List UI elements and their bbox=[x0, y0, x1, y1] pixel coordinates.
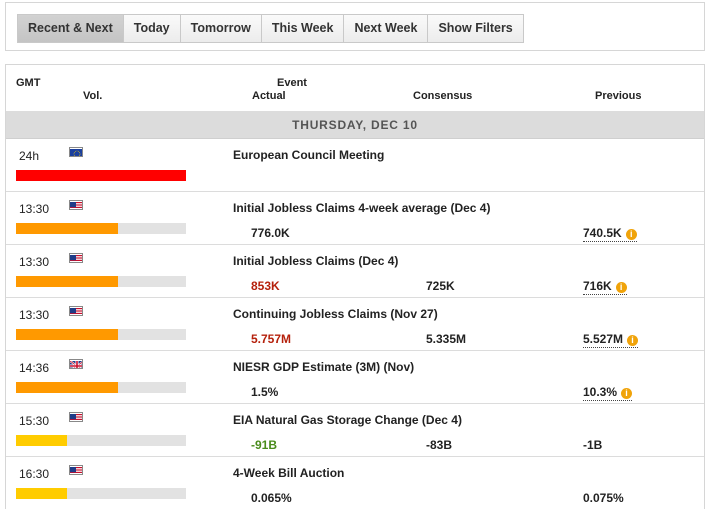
us-flag-icon bbox=[69, 412, 83, 422]
volatility-fill bbox=[16, 276, 118, 287]
actual-value: 776.0K bbox=[251, 226, 290, 240]
us-flag-icon bbox=[69, 306, 83, 316]
us-flag-icon bbox=[69, 253, 83, 263]
tab-this-week[interactable]: This Week bbox=[262, 15, 345, 42]
event-time: 24h bbox=[19, 149, 40, 163]
column-gmt: GMT bbox=[16, 77, 41, 89]
consensus-value: -83B bbox=[426, 438, 453, 452]
revised-info-icon[interactable]: i bbox=[621, 388, 633, 399]
volatility-bar bbox=[16, 488, 186, 499]
event-time: 13:30 bbox=[19, 308, 50, 322]
event-row[interactable]: 24h European Council Meeting bbox=[6, 139, 704, 192]
previous-value[interactable]: 5.527M i bbox=[583, 332, 639, 348]
eu-flag-icon bbox=[69, 147, 83, 157]
event-name-link[interactable]: Initial Jobless Claims 4-week average (D… bbox=[233, 201, 490, 215]
previous-value[interactable]: 716K i bbox=[583, 279, 627, 295]
revised-info-icon[interactable]: i bbox=[627, 335, 639, 346]
column-event: Event bbox=[277, 77, 307, 89]
event-row[interactable]: 13:30 Initial Jobless Claims (Dec 4) 853K 7… bbox=[6, 245, 704, 298]
event-row[interactable]: 13:30 Initial Jobless Claims 4-week avera… bbox=[6, 192, 704, 245]
event-name-link[interactable]: 4-Week Bill Auction bbox=[233, 466, 344, 480]
event-time: 16:30 bbox=[19, 467, 50, 481]
volatility-fill bbox=[16, 435, 67, 446]
volatility-fill bbox=[16, 488, 67, 499]
event-name-link[interactable]: Continuing Jobless Claims (Nov 27) bbox=[233, 307, 438, 321]
period-tabs: Recent & Next Today Tomorrow This Week N… bbox=[17, 14, 524, 43]
volatility-bar bbox=[16, 382, 186, 393]
tab-tomorrow[interactable]: Tomorrow bbox=[181, 15, 262, 42]
consensus-value: 725K bbox=[426, 279, 455, 293]
event-time: 13:30 bbox=[19, 255, 50, 269]
date-header: THURSDAY, DEC 10 bbox=[6, 112, 704, 139]
previous-value-text: 5.527M bbox=[583, 332, 624, 346]
column-consensus: Consensus bbox=[413, 90, 473, 102]
economic-calendar: GMT Vol. Event Actual Consensus Previous… bbox=[5, 64, 705, 509]
previous-value: -1B bbox=[583, 438, 602, 452]
table-header: GMT Vol. Event Actual Consensus Previous bbox=[6, 65, 704, 112]
previous-value-text: 740.5K bbox=[583, 226, 622, 240]
column-vol: Vol. bbox=[83, 90, 103, 102]
previous-value-text: 716K bbox=[583, 279, 612, 293]
volatility-fill bbox=[16, 329, 118, 340]
previous-value-text: 0.075% bbox=[583, 491, 624, 505]
revised-info-icon[interactable]: i bbox=[615, 282, 627, 293]
event-time: 15:30 bbox=[19, 414, 50, 428]
previous-value-text: 10.3% bbox=[583, 385, 618, 399]
us-flag-icon bbox=[69, 465, 83, 475]
previous-value[interactable]: 740.5K i bbox=[583, 226, 637, 242]
consensus-value: 5.335M bbox=[426, 332, 467, 346]
tab-recent-next[interactable]: Recent & Next bbox=[18, 15, 124, 42]
show-filters-button[interactable]: Show Filters bbox=[428, 15, 522, 42]
event-name-link[interactable]: European Council Meeting bbox=[233, 148, 384, 162]
volatility-fill bbox=[16, 170, 186, 181]
tab-next-week[interactable]: Next Week bbox=[344, 15, 429, 42]
event-row[interactable]: 13:30 Continuing Jobless Claims (Nov 27) 5… bbox=[6, 298, 704, 351]
actual-value: -91B bbox=[251, 438, 278, 452]
volatility-bar bbox=[16, 223, 186, 234]
event-row[interactable]: 15:30 EIA Natural Gas Storage Change (Dec… bbox=[6, 404, 704, 457]
event-row[interactable]: 16:30 4-Week Bill Auction 0.065% 0.075% bbox=[6, 457, 704, 509]
event-name-link[interactable]: EIA Natural Gas Storage Change (Dec 4) bbox=[233, 413, 462, 427]
event-time: 13:30 bbox=[19, 202, 50, 216]
actual-value: 853K bbox=[251, 279, 280, 293]
previous-value-text: -1B bbox=[583, 438, 603, 452]
event-name-link[interactable]: Initial Jobless Claims (Dec 4) bbox=[233, 254, 398, 268]
volatility-fill bbox=[16, 223, 118, 234]
event-row[interactable]: 14:36 NIESR GDP Estimate (3M) (Nov) 1.5% 10… bbox=[6, 351, 704, 404]
volatility-bar bbox=[16, 329, 186, 340]
previous-value[interactable]: 10.3% i bbox=[583, 385, 633, 401]
event-time: 14:36 bbox=[19, 361, 50, 375]
volatility-bar bbox=[16, 435, 186, 446]
volatility-fill bbox=[16, 382, 118, 393]
volatility-bar bbox=[16, 276, 186, 287]
actual-value: 5.757M bbox=[251, 332, 292, 346]
volatility-bar bbox=[16, 170, 186, 181]
event-name-link[interactable]: NIESR GDP Estimate (3M) (Nov) bbox=[233, 360, 414, 374]
tab-today[interactable]: Today bbox=[124, 15, 181, 42]
actual-value: 1.5% bbox=[251, 385, 279, 399]
previous-value: 0.075% bbox=[583, 491, 624, 505]
actual-value: 0.065% bbox=[251, 491, 292, 505]
filter-tabs-panel: Recent & Next Today Tomorrow This Week N… bbox=[5, 2, 705, 51]
us-flag-icon bbox=[69, 200, 83, 210]
uk-flag-icon bbox=[69, 359, 83, 369]
column-previous: Previous bbox=[595, 90, 642, 102]
column-actual: Actual bbox=[252, 90, 286, 102]
revised-info-icon[interactable]: i bbox=[625, 229, 637, 240]
